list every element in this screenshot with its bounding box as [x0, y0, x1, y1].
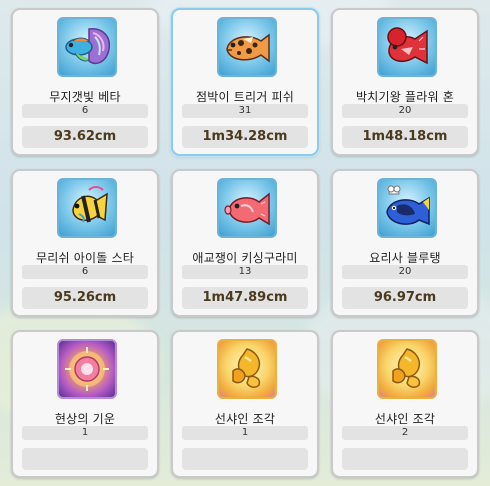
- item-count: 6: [22, 104, 148, 118]
- item-size: 93.62cm: [22, 126, 148, 148]
- kissing-gourami-fish-icon: [217, 178, 277, 238]
- item-name: 요리사 블루탱: [369, 251, 441, 265]
- item-size: 96.97cm: [342, 287, 468, 309]
- item-count: 13: [182, 265, 308, 279]
- item-name: 선샤인 조각: [374, 412, 436, 426]
- item-name: 무지갯빛 베타: [49, 90, 121, 104]
- item-count: 6: [22, 265, 148, 279]
- glowing-orb-icon: [57, 339, 117, 399]
- item-slot[interactable]: 무리쉬 아이돌 스타 6 95.26cm: [11, 169, 159, 317]
- item-name: 현상의 기운: [54, 412, 116, 426]
- item-slot-selected[interactable]: 점박이 트리거 피쉬 31 1m34.28cm: [171, 8, 319, 156]
- item-slot[interactable]: 요리사 블루탱 20 96.97cm: [331, 169, 479, 317]
- item-name: 점박이 트리거 피쉬: [196, 90, 294, 104]
- item-name: 선샤인 조각: [214, 412, 276, 426]
- item-count: 20: [342, 265, 468, 279]
- item-name: 박치기왕 플라워 혼: [356, 90, 454, 104]
- item-slot[interactable]: 현상의 기운 1: [11, 330, 159, 478]
- rainbow-betta-fish-icon: [57, 17, 117, 77]
- item-count: 2: [342, 426, 468, 440]
- sunshine-fragment-icon: [377, 339, 437, 399]
- item-size: [22, 448, 148, 470]
- item-count: 1: [182, 426, 308, 440]
- item-size: [342, 448, 468, 470]
- item-slot[interactable]: 박치기왕 플라워 혼 20 1m48.18cm: [331, 8, 479, 156]
- item-count: 1: [22, 426, 148, 440]
- item-count: 20: [342, 104, 468, 118]
- item-name: 무리쉬 아이돌 스타: [36, 251, 134, 265]
- item-name: 애교쟁이 키싱구라미: [192, 251, 298, 265]
- spotted-triggerfish-icon: [217, 17, 277, 77]
- chef-blue-tang-fish-icon: [377, 178, 437, 238]
- item-size: 1m48.18cm: [342, 126, 468, 148]
- item-size: 1m34.28cm: [182, 126, 308, 148]
- item-slot[interactable]: 애교쟁이 키싱구라미 13 1m47.89cm: [171, 169, 319, 317]
- flowerhorn-fish-icon: [377, 17, 437, 77]
- item-slot[interactable]: 선샤인 조각 2: [331, 330, 479, 478]
- item-count: 31: [182, 104, 308, 118]
- item-slot[interactable]: 무지갯빛 베타 6 93.62cm: [11, 8, 159, 156]
- item-grid: 무지갯빛 베타 6 93.62cm 점박이 트리거 피쉬 31 1m34.28c…: [0, 0, 490, 486]
- sunshine-fragment-icon: [217, 339, 277, 399]
- moorish-idol-fish-icon: [57, 178, 117, 238]
- item-slot[interactable]: 선샤인 조각 1: [171, 330, 319, 478]
- item-size: 95.26cm: [22, 287, 148, 309]
- item-size: [182, 448, 308, 470]
- item-size: 1m47.89cm: [182, 287, 308, 309]
